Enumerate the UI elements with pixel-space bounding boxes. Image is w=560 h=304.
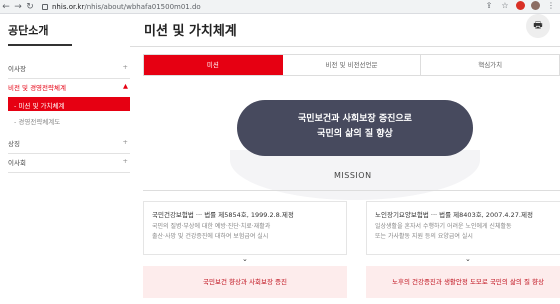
law-description: 일상생활을 혼자서 수행하기 어려운 노인에게 신체활동 bbox=[375, 223, 512, 230]
forward-icon[interactable]: → bbox=[12, 1, 24, 13]
url-path: /nhis/about/wbhafa01500m01.do bbox=[84, 2, 201, 11]
law-description: 국민의 질병·부상에 대한 예방·진단·치료·재활과 bbox=[152, 223, 271, 230]
mission-label: MISSION bbox=[334, 171, 372, 180]
law-title: 노인장기요양보험법 ··· 법률 제8403호, 2007.4.27.제정 bbox=[375, 211, 533, 219]
sidebar-item-label: 비전 및 경영전략체계 bbox=[8, 84, 66, 92]
sidebar-item-vision[interactable]: 비전 및 경영전략체계 ▲ bbox=[8, 82, 130, 98]
divider bbox=[143, 190, 560, 191]
plus-icon: + bbox=[122, 157, 128, 165]
url-host: nhis.or.kr bbox=[52, 2, 85, 11]
law-description: 출산·사망 및 건강증진에 대하여 보험급여 실시 bbox=[152, 233, 269, 240]
tab-core-values[interactable]: 핵심가치 bbox=[421, 55, 560, 75]
plus-icon: + bbox=[122, 138, 128, 146]
star-icon[interactable]: ☆ bbox=[500, 1, 510, 10]
lock-icon bbox=[42, 3, 48, 10]
chevron-down-icon: ⌄ bbox=[242, 255, 248, 263]
print-icon[interactable]: 🖶 bbox=[526, 14, 550, 38]
sidebar-item-label: 상징 bbox=[8, 140, 20, 148]
sidebar-title: 공단소개 bbox=[8, 24, 49, 37]
avatar[interactable] bbox=[531, 1, 540, 10]
sidebar: 공단소개 이사장 + 비전 및 경영전략체계 ▲ - 미션 및 가치체계 - 경… bbox=[0, 14, 130, 304]
page-title: 미션 및 가치체계 bbox=[144, 24, 237, 39]
browser-toolbar: ← → ↻ nhis.or.kr /nhis/about/wbhafa01500… bbox=[0, 0, 560, 14]
vision-line-2: 국민의 삶의 질 향상 bbox=[317, 129, 393, 139]
sidebar-item-symbol[interactable]: 상징 + bbox=[8, 138, 130, 154]
share-icon[interactable]: ⇪ bbox=[484, 1, 494, 10]
law-description: 또는 가사활동 지원 등의 요양급여 실시 bbox=[375, 233, 473, 240]
address-bar[interactable]: nhis.or.kr /nhis/about/wbhafa01500m01.do bbox=[40, 3, 201, 11]
sidebar-item-board[interactable]: 이사회 + bbox=[8, 157, 130, 173]
sidebar-item-ceo[interactable]: 이사장 + bbox=[8, 63, 130, 79]
mission-box-right: 노후의 건강증진과 생활안정 도모로 국민의 삶의 질 향상 bbox=[366, 266, 560, 298]
law-title: 국민건강보험법 ··· 법률 제5854호, 1999.2.8.제정 bbox=[152, 211, 294, 219]
divider bbox=[130, 46, 560, 47]
mission-box-left: 국민보건 향상과 사회보장 증진 bbox=[143, 266, 347, 298]
sidebar-item-label: 이사장 bbox=[8, 65, 26, 73]
sidebar-title-underline bbox=[8, 44, 72, 46]
plus-icon: + bbox=[122, 63, 128, 71]
law-card-health-insurance: 국민건강보험법 ··· 법률 제5854호, 1999.2.8.제정 국민의 질… bbox=[143, 201, 347, 255]
extension-icon[interactable] bbox=[516, 1, 525, 10]
law-card-long-term-care: 노인장기요양보험법 ··· 법률 제8403호, 2007.4.27.제정 일상… bbox=[366, 201, 560, 255]
chevron-up-icon: ▲ bbox=[123, 82, 128, 90]
vision-statement: 국민보건과 사회보장 증진으로 국민의 삶의 질 향상 bbox=[237, 100, 473, 156]
reload-icon[interactable]: ↻ bbox=[24, 1, 36, 13]
sidebar-item-label: 이사회 bbox=[8, 159, 26, 167]
sidebar-subitem-strategy[interactable]: - 경영전략체계도 bbox=[14, 116, 60, 126]
chevron-down-icon: ⌄ bbox=[465, 255, 471, 263]
tab-vision[interactable]: 비전 및 비전선언문 bbox=[282, 55, 422, 75]
tab-mission[interactable]: 미션 bbox=[144, 55, 283, 75]
menu-icon[interactable]: ⋮ bbox=[546, 1, 556, 10]
sidebar-subitem-mission[interactable]: - 미션 및 가치체계 bbox=[8, 97, 130, 111]
tab-bar: 미션 비전 및 비전선언문 핵심가치 bbox=[143, 54, 560, 76]
back-icon[interactable]: ← bbox=[0, 1, 12, 13]
vision-line-1: 국민보건과 사회보장 증진으로 bbox=[298, 114, 412, 124]
